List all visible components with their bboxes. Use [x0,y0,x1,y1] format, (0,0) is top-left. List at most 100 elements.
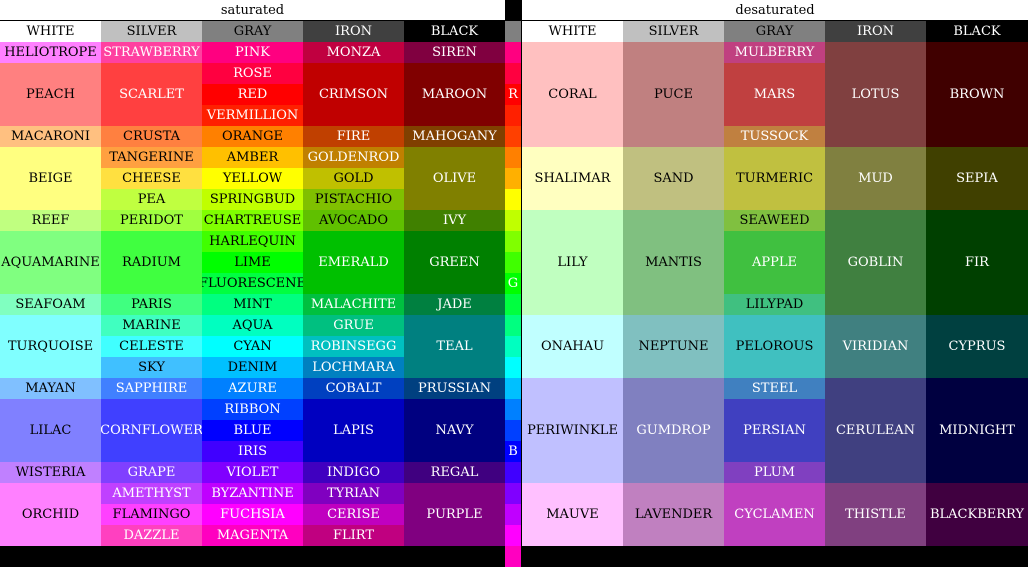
swatch-pelorous: PELOROUS [724,315,825,378]
swatch-gumdrop: GUMDROP [623,378,724,483]
swatch-prussian: PRUSSIAN [404,378,505,399]
swatch-periwinkle: PERIWINKLE [522,378,623,483]
swatch-pistachio: PISTACHIO [303,189,404,210]
column-header-desaturated-gray: GRAY [724,21,825,42]
strip-header [505,21,521,42]
swatch-viridian: VIRIDIAN [825,315,926,378]
swatch-shalimar: SHALIMAR [522,147,623,210]
swatch-orange: ORANGE [202,126,303,147]
swatch-cyan: CYAN [202,336,303,357]
hue-strip-cell [505,378,521,399]
swatch-sky: SKY [101,357,202,378]
hue-strip-cell [505,63,521,84]
swatch-seaweed: SEAWEED [724,210,825,231]
hue-strip-cell [505,420,521,441]
swatch-regal: REGAL [404,462,505,483]
swatch-heliotrope: HELIOTROPE [0,42,101,63]
swatch-pink: PINK [202,42,303,63]
swatch-puce: PUCE [623,42,724,147]
hue-strip-cell [505,126,521,147]
column-header-desaturated-silver: SILVER [623,21,724,42]
swatch-flamingo: FLAMINGO [101,504,202,525]
swatch-fir: FIR [926,210,1028,315]
swatch-lilypad: LILYPAD [724,294,825,315]
swatch-midnight: MIDNIGHT [926,378,1028,483]
swatch-ribbon: RIBBON [202,399,303,420]
swatch-amber: AMBER [202,147,303,168]
swatch-siren: SIREN [404,42,505,63]
hue-strip-cell: B [505,441,521,462]
swatch-mantis: MANTIS [623,210,724,315]
swatch-rose: ROSE [202,63,303,84]
swatch-lotus: LOTUS [825,42,926,147]
swatch-teal: TEAL [404,315,505,378]
swatch-fire: FIRE [303,126,404,147]
swatch-green: GREEN [404,231,505,294]
swatch-turmeric: TURMERIC [724,147,825,210]
swatch-paris: PARIS [101,294,202,315]
swatch-sepia: SEPIA [926,147,1028,210]
title-desaturated: desaturated [522,0,1028,20]
hue-strip-cell [505,252,521,273]
hue-strip-cell [505,546,521,567]
swatch-grape: GRAPE [101,462,202,483]
swatch-crimson: CRIMSON [303,63,404,126]
hue-strip-cell [505,294,521,315]
swatch-aquamarine: AQUAMARINE [0,231,101,294]
swatch-orchid: ORCHID [0,483,101,546]
swatch-fuchsia: FUCHSIA [202,504,303,525]
swatch-cyprus: CYPRUS [926,315,1028,378]
swatch-tyrian: TYRIAN [303,483,404,504]
column-header-saturated-black: BLACK [404,21,505,42]
swatch-olive: OLIVE [404,147,505,210]
hue-strip-cell: G [505,273,521,294]
swatch-cerise: CERISE [303,504,404,525]
swatch-mars: MARS [724,63,825,126]
column-header-desaturated-black: BLACK [926,21,1028,42]
swatch-seafoam: SEAFOAM [0,294,101,315]
swatch-blackberry: BLACKBERRY [926,483,1028,546]
swatch-sapphire: SAPPHIRE [101,378,202,399]
swatch-blue: BLUE [202,420,303,441]
hue-strip-cell [505,147,521,168]
swatch-chartreuse: CHARTREUSE [202,210,303,231]
swatch-lavender: LAVENDER [623,483,724,546]
swatch-radium: RADIUM [101,231,202,294]
hue-strip-cell [505,168,521,189]
swatch-reef: REEF [0,210,101,231]
swatch-brown: BROWN [926,42,1028,147]
column-header-desaturated-iron: IRON [825,21,926,42]
column-header-desaturated-white: WHITE [522,21,623,42]
hue-strip-cell [505,231,521,252]
hue-strip-cell [505,105,521,126]
swatch-gold: GOLD [303,168,404,189]
swatch-vermillion: VERMILLION [202,105,303,126]
swatch-steel: STEEL [724,378,825,399]
hue-strip-cell [505,483,521,504]
swatch-thistle: THISTLE [825,483,926,546]
swatch-magenta: MAGENTA [202,525,303,546]
column-header-saturated-silver: SILVER [101,21,202,42]
swatch-denim: DENIM [202,357,303,378]
swatch-plum: PLUM [724,462,825,483]
swatch-wisteria: WISTERIA [0,462,101,483]
hue-strip-cell [505,504,521,525]
swatch-azure: AZURE [202,378,303,399]
hue-strip-cell [505,315,521,336]
swatch-turquoise: TURQUOISE [0,315,101,378]
swatch-beige: BEIGE [0,147,101,210]
swatch-macaroni: MACARONI [0,126,101,147]
swatch-cyclamen: CYCLAMEN [724,483,825,546]
swatch-strawberry: STRAWBERRY [101,42,202,63]
column-header-saturated-gray: GRAY [202,21,303,42]
swatch-mint: MINT [202,294,303,315]
swatch-mauve: MAUVE [522,483,623,546]
swatch-marine: MARINE [101,315,202,336]
hue-strip-cell [505,189,521,210]
hue-strip-cell [505,357,521,378]
swatch-cerulean: CERULEAN [825,378,926,483]
swatch-springbud: SPRINGBUD [202,189,303,210]
swatch-lilac: LILAC [0,399,101,462]
swatch-emerald: EMERALD [303,231,404,294]
hue-strip-cell [505,462,521,483]
